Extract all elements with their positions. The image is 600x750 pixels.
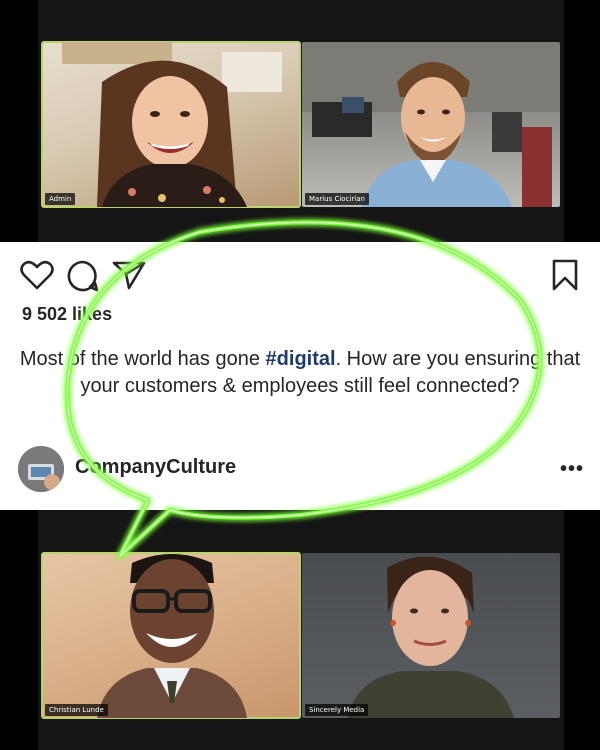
participant-christian-video <box>97 554 247 718</box>
participant-name-label: Admin <box>45 193 76 205</box>
participant-sincerely-video <box>347 556 514 718</box>
caption-text: Most of the world has gone <box>19 348 266 370</box>
participant-tile-sincerely-media[interactable]: Sincerely Media <box>302 553 560 718</box>
participant-name-label: Sincerely Media <box>305 704 369 716</box>
more-options-button[interactable]: ••• <box>560 458 584 481</box>
account-name[interactable]: CompanyCulture <box>75 456 236 479</box>
participant-tile-admin[interactable]: Admin <box>41 41 301 208</box>
participant-name-label: Christian Lunde <box>45 704 108 716</box>
hashtag-link[interactable]: #digital <box>266 348 336 370</box>
bookmark-icon[interactable] <box>550 259 580 291</box>
participant-name-label: Marius Ciocirlan <box>305 193 369 205</box>
share-icon[interactable] <box>112 260 146 290</box>
avatar-image <box>18 446 64 492</box>
participant-marius-video <box>302 42 560 207</box>
comment-icon[interactable] <box>66 259 100 293</box>
likes-count: 9 502 likes <box>22 304 113 324</box>
heart-icon[interactable] <box>20 259 54 291</box>
avatar[interactable] <box>18 446 64 492</box>
participant-tile-marius[interactable]: Marius Ciocirlan <box>302 42 560 207</box>
participant-tile-christian[interactable]: Christian Lunde <box>41 552 301 719</box>
post-caption: Most of the world has gone #digital. How… <box>0 346 600 400</box>
participant-admin-video <box>62 42 282 207</box>
